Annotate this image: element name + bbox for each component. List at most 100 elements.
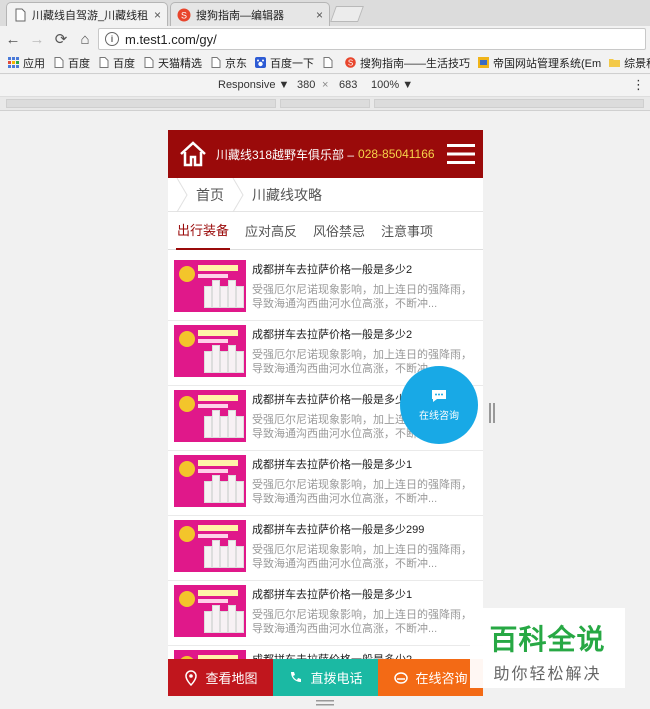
product-can (236, 611, 244, 633)
page-icon (143, 57, 154, 68)
product-can (204, 286, 212, 308)
article-title[interactable]: 成都拼车去拉萨价格一般是多少1 (252, 456, 412, 472)
product-can (228, 280, 236, 308)
chat-bubble-icon (432, 389, 446, 402)
product-can (228, 345, 236, 373)
online-consult-float-button[interactable]: 在线咨询 (400, 366, 478, 444)
article-summary: 受强厄尔尼诺现象影响，加上连日的强降雨，导致海通沟西曲河水位高涨，不断冲... (252, 544, 472, 570)
resize-handle-bottom[interactable] (316, 700, 334, 706)
url-text: m.test1.com/gy/ (125, 31, 217, 47)
bookmark-sogou[interactable]: S 搜狗指南——生活技巧 (345, 55, 470, 71)
bookmark-apps[interactable]: 应用 (8, 55, 45, 71)
phone-number[interactable]: 028-85041166 (358, 147, 435, 161)
tab-customs[interactable]: 风俗禁忌 (312, 212, 366, 250)
tab-travel-gear[interactable]: 出行装备 (176, 212, 231, 250)
list-item[interactable]: 成都拼车去拉萨价格一般是多少1 受强厄尔尼诺现象影响，加上连日的强降雨，导致海通… (168, 581, 483, 646)
button-label: 直拨电话 (310, 671, 363, 686)
direct-call-button[interactable]: 直拨电话 (273, 659, 378, 696)
view-map-button[interactable]: 查看地图 (168, 659, 273, 696)
tab-close-icon[interactable]: × (154, 8, 161, 22)
article-title[interactable]: 成都拼车去拉萨价格一般是多少2 (252, 261, 412, 277)
more-options-icon[interactable]: ⋮ (632, 77, 645, 93)
tab-altitude-sickness[interactable]: 应对高反 (244, 212, 298, 250)
bookmark-tmall[interactable]: 天猫精选 (143, 55, 202, 71)
tab-title: 搜狗指南—编辑器 (196, 9, 284, 22)
page-icon (53, 57, 64, 68)
thumbnail-badge (179, 526, 195, 542)
bookmark-baidu[interactable]: 百度 (53, 55, 90, 71)
thumbnail-subbanner (198, 274, 228, 278)
sogou-icon: S (345, 57, 356, 68)
article-summary: 受强厄尔尼诺现象影响，加上连日的强降雨，导致海通沟西曲河水位高涨，不断冲... (252, 479, 472, 505)
list-item[interactable]: 成都拼车去拉萨价格一般是多少299 受强厄尔尼诺现象影响，加上连日的强降雨，导致… (168, 516, 483, 581)
list-item[interactable]: 成都拼车去拉萨价格一般是多少2 受强厄尔尼诺现象影响，加上连日的强降雨，导致海通… (168, 256, 483, 321)
bookmark-baidu[interactable]: 百度 (98, 55, 135, 71)
tab-close-icon[interactable]: × (316, 8, 323, 22)
breadcrumb-home[interactable]: 首页 (196, 185, 224, 205)
device-width-input[interactable]: 380 (297, 79, 315, 91)
product-can (236, 286, 244, 308)
new-tab-button[interactable] (330, 6, 364, 22)
bookmark-blank[interactable] (322, 57, 337, 68)
bottom-action-bar: 查看地图 直拨电话 在线咨询 (168, 659, 483, 696)
device-height-input[interactable]: 683 (339, 79, 357, 91)
article-title[interactable]: 成都拼车去拉萨价格一般是多少2 (252, 326, 412, 342)
thumbnail-badge (179, 331, 195, 347)
bookmark-empire[interactable]: 帝国网站管理系统(Em (478, 55, 601, 71)
product-can (220, 286, 228, 308)
tab-notes[interactable]: 注意事项 (380, 212, 434, 250)
product-can (212, 540, 220, 568)
online-consult-button[interactable]: 在线咨询 (378, 659, 483, 696)
home-icon[interactable] (178, 139, 208, 169)
thumbnail-banner (198, 395, 238, 401)
hamburger-menu-icon[interactable] (447, 143, 475, 165)
zoom-select[interactable]: 100% ▼ (371, 79, 413, 91)
float-consult-label: 在线咨询 (419, 410, 459, 422)
device-select[interactable]: Responsive ▼ (218, 79, 289, 91)
ruler-segment[interactable] (374, 99, 644, 108)
bookmark-jd[interactable]: 京东 (210, 55, 247, 71)
ruler-segment[interactable] (280, 99, 370, 108)
list-item[interactable]: 成都拼车去拉萨价格一般是多少1 受强厄尔尼诺现象影响，加上连日的强降雨，导致海通… (168, 451, 483, 516)
product-can (236, 481, 244, 503)
reload-icon[interactable]: ⟳ (50, 28, 72, 50)
product-can (212, 345, 220, 373)
paw-icon (255, 57, 266, 68)
browser-tab-strip: 川藏线自驾游_川藏线租车 × S 搜狗指南—编辑器 × (0, 0, 650, 26)
dimension-separator: × (322, 79, 329, 91)
bookmark-label: 百度 (68, 57, 90, 70)
browser-tab-inactive[interactable]: S 搜狗指南—编辑器 × (170, 2, 330, 26)
page-icon (15, 8, 26, 21)
article-title[interactable]: 成都拼车去拉萨价格一般是多少1 (252, 586, 412, 602)
svg-text:S: S (348, 59, 353, 68)
bookmark-baidu-search[interactable]: 百度一下 (255, 55, 314, 71)
button-label: 在线咨询 (415, 671, 468, 686)
browser-tab-active[interactable]: 川藏线自驾游_川藏线租车 × (6, 2, 168, 26)
tab-title: 川藏线自驾游_川藏线租车 (32, 9, 148, 22)
home-icon[interactable]: ⌂ (74, 28, 96, 50)
article-thumbnail (174, 260, 246, 312)
button-label: 查看地图 (205, 671, 258, 686)
article-title[interactable]: 成都拼车去拉萨价格一般是多少299 (252, 521, 424, 537)
bookmark-label: 搜狗指南——生活技巧 (360, 57, 470, 70)
product-can (204, 481, 212, 503)
ruler-segment[interactable] (6, 99, 276, 108)
back-arrow-icon[interactable]: ← (2, 28, 24, 50)
url-input[interactable]: i m.test1.com/gy/ (98, 28, 646, 50)
product-can (204, 416, 212, 438)
forward-arrow-icon[interactable]: → (26, 28, 48, 50)
apps-grid-icon (8, 57, 19, 68)
bookmark-folder[interactable]: 综景租 (609, 55, 650, 71)
resize-handle-right[interactable] (489, 403, 495, 423)
bookmark-label: 京东 (225, 57, 247, 70)
club-name: 川藏线318越野车俱乐部 – (216, 147, 355, 162)
bookmarks-bar: 应用 百度 百度 天猫精选 京东 百度一下 S 搜狗指南——生活技巧 帝国网站管理… (0, 52, 650, 74)
article-thumbnail (174, 520, 246, 572)
info-icon[interactable]: i (105, 32, 119, 46)
article-list: 成都拼车去拉萨价格一般是多少2 受强厄尔尼诺现象影响，加上连日的强降雨，导致海通… (168, 256, 483, 696)
thumbnail-banner (198, 460, 238, 466)
chat-icon (394, 671, 409, 684)
breadcrumb-chevron-icon (176, 177, 188, 212)
watermark-title: 百科全说 (489, 624, 606, 655)
article-title[interactable]: 成都拼车去拉萨价格一般是多少2 (252, 391, 412, 407)
